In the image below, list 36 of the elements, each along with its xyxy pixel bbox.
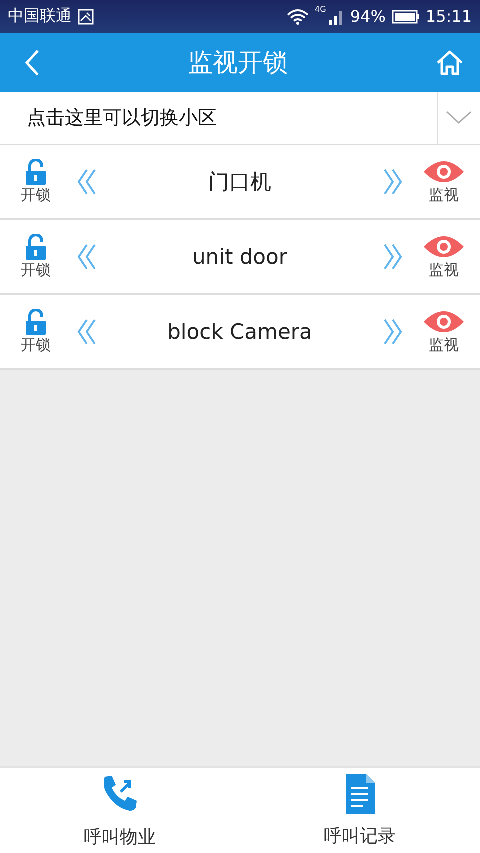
monitor-button[interactable]: 监视 [408,308,480,354]
carrier-name: 中国联通 [8,6,72,27]
padlock-icon [25,308,47,334]
monitor-button[interactable]: 监视 [408,158,480,204]
double-chevron-left-icon[interactable] [77,242,97,270]
battery-percent: 94% [350,7,386,26]
image-icon [78,8,94,24]
double-chevron-right-icon[interactable] [383,168,403,196]
double-chevron-right-icon[interactable] [383,318,403,346]
unlock-button[interactable]: 开锁 [0,234,72,280]
monitor-button[interactable]: 监视 [408,234,480,280]
battery-icon [392,10,420,24]
bottom-nav-item[interactable]: 呼叫记录 [240,768,480,853]
unlock-button[interactable]: 开锁 [0,158,72,204]
bottom-nav-item[interactable]: 呼叫物业 [0,768,240,853]
page-title: 监视开锁 [188,47,288,79]
wifi-icon [287,8,310,24]
signal-icon [328,8,344,24]
device-name: 门口机 [208,168,272,196]
eye-icon [423,308,465,334]
unlock-button[interactable]: 开锁 [0,308,72,354]
device-name: block Camera [166,320,314,344]
document-icon [344,774,376,814]
home-icon[interactable] [436,50,464,76]
eye-icon [423,234,465,260]
padlock-icon [25,158,47,184]
double-chevron-left-icon[interactable] [77,318,97,346]
clock: 15:11 [426,7,472,26]
padlock-icon [25,234,47,260]
network-type: 4G [315,5,326,14]
eye-icon [423,158,465,184]
chevron-down-icon [446,111,472,125]
double-chevron-right-icon[interactable] [383,242,403,270]
double-chevron-left-icon[interactable] [77,168,97,196]
device-name: unit door [191,244,289,268]
back-icon[interactable] [24,48,40,76]
